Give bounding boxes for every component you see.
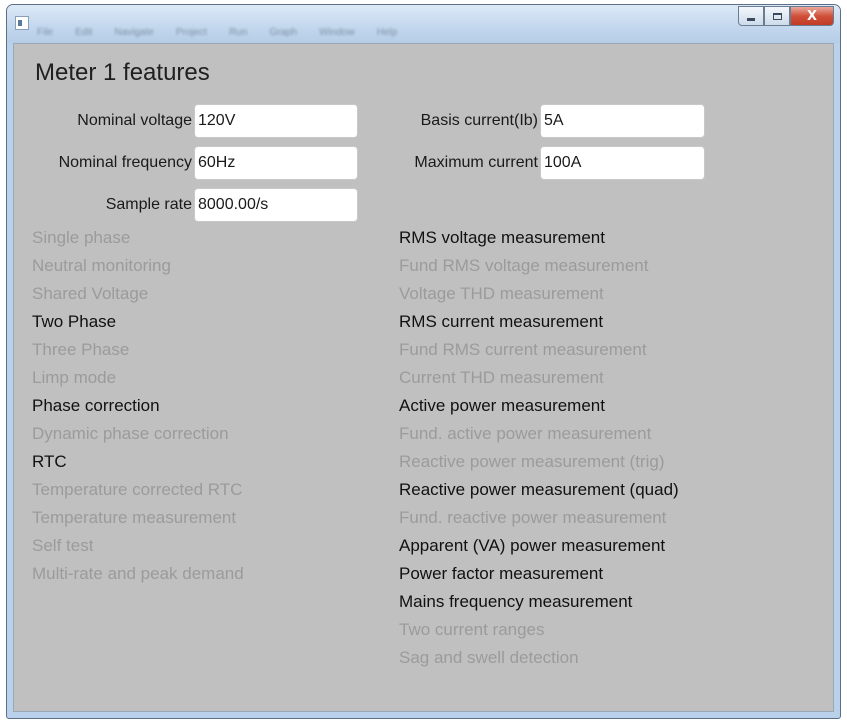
title-bar[interactable]: File Edit Navigate Project Run Graph Win… [7,5,840,43]
menu-item-navigate[interactable]: Navigate [114,27,153,38]
menu-bar: File Edit Navigate Project Run Graph Win… [37,27,397,38]
feature-temperature-measurement[interactable]: Temperature measurement [32,508,236,528]
nominal-voltage-input[interactable] [194,104,358,138]
feature-temperature-corrected-rtc[interactable]: Temperature corrected RTC [32,480,242,500]
feature-neutral-monitoring[interactable]: Neutral monitoring [32,256,171,276]
maximum-current-input[interactable] [540,146,705,180]
sample-rate-label: Sample rate [105,196,192,213]
menu-item-window[interactable]: Window [319,27,355,38]
maximize-icon [772,12,782,20]
nominal-frequency-input[interactable] [194,146,358,180]
sample-rate-input[interactable] [194,188,358,222]
feature-voltage-thd[interactable]: Voltage THD measurement [399,284,604,304]
feature-rtc[interactable]: RTC [32,452,67,472]
feature-fund-reactive-power[interactable]: Fund. reactive power measurement [399,508,666,528]
feature-rms-current[interactable]: RMS current measurement [399,312,603,332]
feature-fund-rms-voltage[interactable]: Fund RMS voltage measurement [399,256,648,276]
app-icon[interactable] [15,16,29,30]
feature-two-current-ranges[interactable]: Two current ranges [399,620,545,640]
panel-title: Meter 1 features [35,59,210,86]
feature-active-power[interactable]: Active power measurement [399,396,605,416]
feature-power-factor[interactable]: Power factor measurement [399,564,603,584]
close-button[interactable]: X [790,6,834,26]
feature-mains-frequency[interactable]: Mains frequency measurement [399,592,632,612]
window-controls: X [738,6,834,26]
feature-limp-mode[interactable]: Limp mode [32,368,116,388]
menu-item-help[interactable]: Help [377,27,398,38]
close-icon: X [806,8,818,24]
app-window: File Edit Navigate Project Run Graph Win… [6,4,841,719]
feature-dynamic-phase-correction[interactable]: Dynamic phase correction [32,424,229,444]
feature-sag-swell-detection[interactable]: Sag and swell detection [399,648,579,668]
feature-fund-active-power[interactable]: Fund. active power measurement [399,424,651,444]
basis-current-label: Basis current(Ib) [420,112,538,129]
feature-fund-rms-current[interactable]: Fund RMS current measurement [399,340,647,360]
feature-reactive-power-quad[interactable]: Reactive power measurement (quad) [399,480,679,500]
nominal-frequency-label: Nominal frequency [58,154,192,171]
menu-item-file[interactable]: File [37,27,53,38]
minimize-button[interactable] [738,6,764,26]
maximum-current-label: Maximum current [414,154,538,171]
feature-rms-voltage[interactable]: RMS voltage measurement [399,228,605,248]
feature-phase-correction[interactable]: Phase correction [32,396,160,416]
maximize-button[interactable] [764,6,790,26]
minimize-icon [747,17,755,21]
feature-multi-rate-peak-demand[interactable]: Multi-rate and peak demand [32,564,244,584]
feature-reactive-power-trig[interactable]: Reactive power measurement (trig) [399,452,664,472]
menu-item-project[interactable]: Project [176,27,207,38]
menu-item-edit[interactable]: Edit [75,27,92,38]
feature-current-thd[interactable]: Current THD measurement [399,368,604,388]
feature-two-phase[interactable]: Two Phase [32,312,116,332]
feature-three-phase[interactable]: Three Phase [32,340,129,360]
feature-self-test[interactable]: Self test [32,536,93,556]
feature-single-phase[interactable]: Single phase [32,228,130,248]
menu-item-graph[interactable]: Graph [269,27,297,38]
nominal-voltage-label: Nominal voltage [77,112,192,129]
basis-current-input[interactable] [540,104,705,138]
feature-shared-voltage[interactable]: Shared Voltage [32,284,148,304]
features-panel: Meter 1 features Nominal voltage Nominal… [13,43,834,712]
feature-apparent-power[interactable]: Apparent (VA) power measurement [399,536,665,556]
menu-item-run[interactable]: Run [229,27,247,38]
